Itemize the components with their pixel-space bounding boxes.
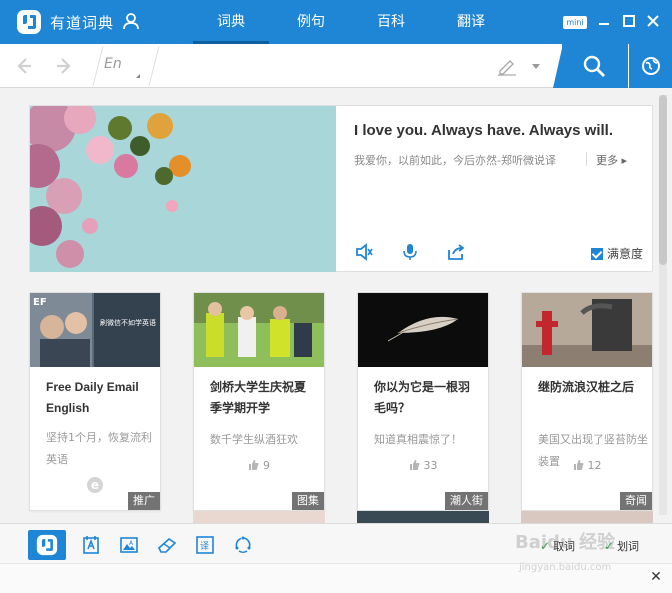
like-count-value: 9: [263, 459, 270, 472]
eraser-icon: [158, 537, 177, 553]
search-input[interactable]: [152, 52, 482, 80]
tab-examples[interactable]: 例句: [273, 0, 349, 44]
card-tag: 奇闻: [620, 492, 652, 510]
language-select-value: En: [104, 56, 122, 72]
card-image: [522, 293, 652, 367]
satisfaction-checkbox[interactable]: 满意度: [591, 245, 643, 262]
blossom-image: [30, 106, 336, 272]
card-title: 继防流浪汉桩之后: [538, 380, 635, 394]
youdao-logo-icon: [36, 534, 58, 556]
card-image: [194, 293, 324, 367]
image-translate-icon: A: [120, 537, 138, 553]
like-count[interactable]: 33: [358, 459, 488, 472]
tab-dictionary[interactable]: 词典: [193, 0, 269, 44]
close-ad-icon[interactable]: ✕: [648, 569, 664, 585]
main-tabs: 词典 例句 百科 翻译: [193, 0, 509, 44]
feed-card[interactable]: 图集 剑桥大学生庆祝夏季学期开学 数千学生纵酒狂欢 9: [193, 292, 325, 511]
wordbook-tool-button[interactable]: [72, 530, 110, 560]
app-window: 有道词典 词典 例句 百科 翻译 mini En I love you. Alw…: [0, 0, 672, 593]
forward-arrow-icon[interactable]: [54, 55, 76, 77]
eraser-tool-button[interactable]: [148, 530, 186, 560]
speaker-icon[interactable]: [354, 242, 374, 262]
scrollbar-thumb[interactable]: [659, 95, 667, 265]
capture-word-label: 取词: [553, 540, 576, 553]
select-word-label: 划词: [617, 540, 640, 553]
divider: [92, 46, 104, 86]
status-bar: [0, 563, 672, 593]
close-icon[interactable]: [646, 14, 660, 28]
sentence-actions: [354, 242, 466, 262]
card-tag: 潮人街: [445, 492, 488, 510]
daily-sentence-quote: I love you. Always have. Always will.: [354, 122, 613, 139]
checkmark-icon: ✓: [604, 539, 615, 553]
user-icon[interactable]: [122, 12, 140, 30]
daily-sentence-card: I love you. Always have. Always will. 我爱…: [29, 105, 653, 272]
feed-card-peek[interactable]: [521, 511, 653, 523]
svg-text:EF: EF: [33, 297, 47, 308]
capture-word-toggle[interactable]: ✓ 取词: [540, 538, 575, 554]
share-icon[interactable]: [446, 242, 466, 262]
dropdown-corner-icon: [136, 74, 140, 78]
card-description: 数千学生纵酒狂欢: [210, 433, 298, 446]
search-icon: [583, 55, 605, 77]
card-image: EF 刷微信不如学英语: [30, 293, 160, 367]
svg-text:译: 译: [200, 541, 209, 552]
checkbox-checked-icon: [591, 247, 603, 260]
like-count[interactable]: 9: [194, 459, 324, 472]
bottom-toolbar: A 译 ✓ 取词 ✓ 划词: [0, 523, 672, 563]
daily-sentence-translation: 我爱你，以前如此，今后亦然-郑听微说译: [354, 154, 556, 167]
feed-card-peek[interactable]: [193, 511, 325, 523]
card-description: 坚持1个月，恢复流利英语: [46, 431, 152, 466]
microphone-icon[interactable]: [400, 242, 420, 262]
translate-icon: 译: [196, 536, 214, 554]
like-count-value: 33: [423, 459, 438, 472]
globe-icon: [642, 57, 660, 75]
title-bar: 有道词典 词典 例句 百科 翻译 mini: [0, 0, 672, 44]
card-image: [358, 293, 488, 367]
maximize-icon[interactable]: [622, 14, 636, 28]
ad-badge-icon: e: [87, 477, 103, 493]
card-title: Free Daily Email English: [46, 380, 139, 415]
refresh-tool-button[interactable]: [224, 530, 262, 560]
feed-card[interactable]: 奇闻 继防流浪汉桩之后 美国又出现了竖苔防坐装置 12: [521, 292, 653, 511]
more-link[interactable]: 更多 ▸: [596, 152, 627, 168]
svg-text:A: A: [129, 540, 134, 547]
feed-card[interactable]: EF 刷微信不如学英语 推广 Free Daily Email English …: [29, 292, 161, 511]
feed-card[interactable]: 潮人街 你以为它是一根羽毛吗？ 知道真相震惊了！ 33: [357, 292, 489, 511]
thumbs-up-icon: [409, 460, 419, 470]
feed-card-peek[interactable]: [357, 511, 489, 523]
youdao-logo-icon: [17, 10, 41, 34]
thumbs-up-icon: [573, 460, 583, 470]
more-label: 更多: [596, 154, 618, 167]
checkmark-icon: ✓: [540, 539, 551, 553]
card-tag: 推广: [128, 492, 160, 510]
card-title: 剑桥大学生庆祝夏季学期开学: [210, 380, 307, 415]
image-translate-tool-button[interactable]: A: [110, 530, 148, 560]
like-count[interactable]: 12: [522, 459, 652, 472]
mini-mode-button[interactable]: mini: [563, 16, 587, 29]
search-button[interactable]: [562, 44, 628, 88]
back-arrow-icon[interactable]: [12, 55, 34, 77]
web-translate-button[interactable]: [629, 44, 672, 88]
dictionary-tool-button[interactable]: [28, 530, 66, 560]
chevron-down-icon[interactable]: [532, 64, 540, 69]
cycle-icon: [235, 536, 251, 554]
select-word-toggle[interactable]: ✓ 划词: [604, 538, 639, 554]
card-description: 知道真相震惊了！: [374, 433, 462, 446]
like-count-value: 12: [587, 459, 602, 472]
tab-encyclopedia[interactable]: 百科: [353, 0, 429, 44]
translate-tool-button[interactable]: 译: [186, 530, 224, 560]
language-select[interactable]: En: [104, 56, 144, 78]
wordbook-icon: [83, 536, 99, 554]
app-title: 有道词典: [50, 14, 115, 32]
satisfaction-label: 满意度: [607, 247, 644, 261]
divider: [586, 152, 587, 166]
tab-translate[interactable]: 翻译: [433, 0, 509, 44]
card-title: 你以为它是一根羽毛吗？: [374, 380, 471, 415]
handwriting-pen-icon[interactable]: [496, 56, 518, 76]
card-image-caption: 刷微信不如学英语: [100, 318, 156, 327]
minimize-icon[interactable]: [597, 14, 611, 28]
thumbs-up-icon: [249, 460, 259, 470]
card-tag: 图集: [292, 492, 324, 510]
